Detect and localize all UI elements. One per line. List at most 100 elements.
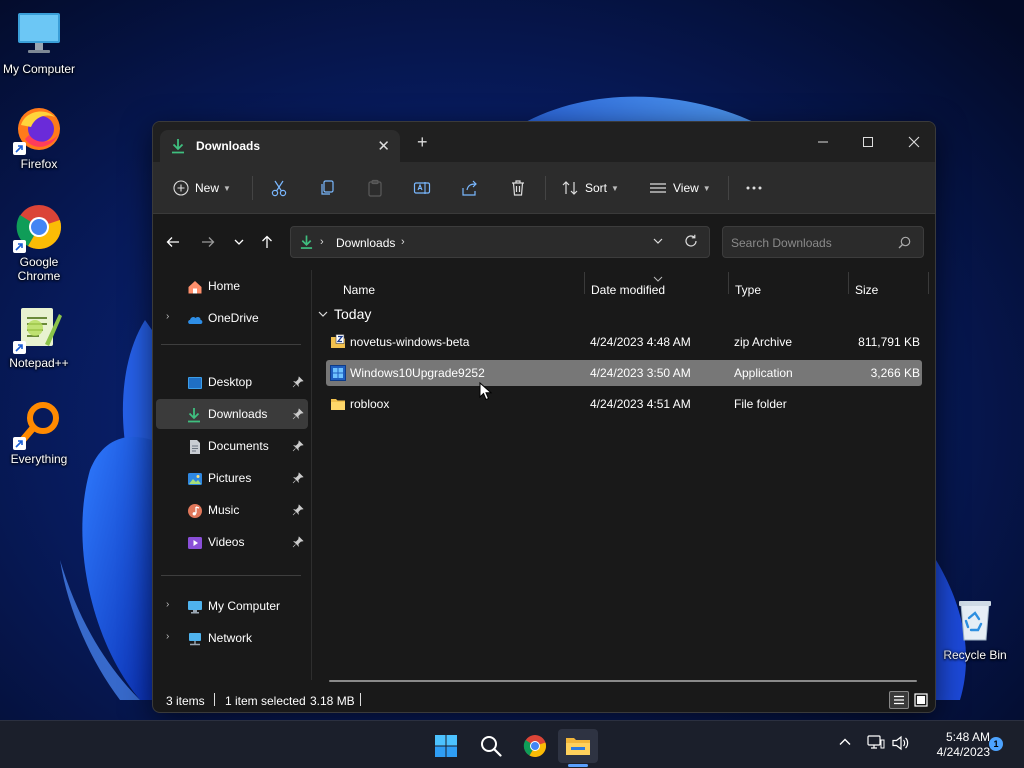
sort-button[interactable]: Sort ▼ xyxy=(561,176,619,200)
ethernet-icon xyxy=(867,735,885,749)
desktop-icon xyxy=(187,375,203,391)
tab-label: Downloads xyxy=(196,139,261,153)
desktop-icon-my-computer[interactable]: My Computer xyxy=(0,10,79,76)
rename-button[interactable] xyxy=(413,176,431,200)
file-size: 3,266 KB xyxy=(870,366,920,380)
up-button[interactable] xyxy=(257,232,277,252)
status-bar: 3 items 1 item selected 3.18 MB xyxy=(153,688,935,712)
speaker-icon xyxy=(892,735,909,751)
desktop-icon-everything[interactable]: Everything xyxy=(0,400,79,466)
file-date: 4/24/2023 4:48 AM xyxy=(590,335,691,349)
address-bar[interactable]: › Downloads › xyxy=(290,226,710,258)
sidebar-item-music[interactable]: Music xyxy=(156,495,308,525)
new-button[interactable]: New ▼ xyxy=(173,176,231,200)
search-icon xyxy=(898,236,911,252)
notification-badge[interactable]: 1 xyxy=(989,737,1003,751)
delete-button[interactable] xyxy=(509,176,527,200)
shortcut-arrow-icon xyxy=(13,341,26,354)
command-bar: New ▼ Sort ▼ View ▼ xyxy=(153,162,935,214)
system-clock[interactable]: 5:48 AM 4/24/2023 xyxy=(916,730,990,760)
divider xyxy=(252,176,253,200)
refresh-button[interactable] xyxy=(684,234,698,251)
large-icons-view-button[interactable] xyxy=(912,691,930,709)
file-name: robloox xyxy=(350,397,390,411)
sidebar-item-onedrive[interactable]: › OneDrive xyxy=(156,303,308,333)
sidebar-item-desktop[interactable]: Desktop xyxy=(156,367,308,397)
file-row[interactable]: robloox 4/24/2023 4:51 AM File folder xyxy=(326,391,922,417)
new-tab-button[interactable]: + xyxy=(417,133,428,151)
sidebar-item-downloads[interactable]: Downloads xyxy=(156,399,308,429)
search-input[interactable] xyxy=(731,235,891,251)
paste-button[interactable] xyxy=(366,176,384,200)
taskbar-chrome-button[interactable] xyxy=(515,729,555,763)
show-hidden-icons-button[interactable] xyxy=(838,735,852,752)
taskbar-search-button[interactable] xyxy=(471,729,511,763)
cut-button[interactable] xyxy=(270,176,288,200)
pin-icon xyxy=(292,536,304,548)
volume-button[interactable] xyxy=(892,735,910,754)
details-view-button[interactable] xyxy=(889,691,909,709)
chrome-icon xyxy=(13,203,63,253)
chevron-right-icon[interactable]: › xyxy=(166,311,169,322)
sidebar-item-label: Network xyxy=(208,631,253,645)
forward-button[interactable] xyxy=(198,232,218,252)
file-name: Windows10Upgrade9252 xyxy=(350,366,485,380)
sidebar-item-documents[interactable]: Documents xyxy=(156,431,308,461)
desktop-icon-label: Everything xyxy=(10,452,68,466)
chevron-right-icon[interactable]: › xyxy=(166,631,169,642)
sidebar-item-videos[interactable]: Videos xyxy=(156,527,308,557)
back-button[interactable] xyxy=(163,232,183,252)
download-icon xyxy=(187,407,203,423)
file-date: 4/24/2023 3:50 AM xyxy=(590,366,691,380)
horizontal-scrollbar[interactable] xyxy=(329,680,917,682)
sidebar-item-label: My Computer xyxy=(208,599,281,613)
picture-icon xyxy=(187,471,203,487)
chevron-down-icon: ▼ xyxy=(702,183,711,193)
home-icon xyxy=(187,279,203,295)
pin-icon xyxy=(292,472,304,484)
zip-archive-icon xyxy=(330,334,346,350)
breadcrumb-separator-icon: › xyxy=(320,236,324,248)
sidebar-item-home[interactable]: Home xyxy=(156,271,308,301)
sidebar-item-my-computer[interactable]: › My Computer xyxy=(156,591,308,621)
desktop-icon-notepad-plus-plus[interactable]: Notepad++ xyxy=(0,304,79,370)
sidebar-item-pictures[interactable]: Pictures xyxy=(156,463,308,493)
clipboard-icon xyxy=(368,179,382,197)
plus-circle-icon xyxy=(173,180,189,196)
file-row[interactable]: novetus-windows-beta 4/24/2023 4:48 AM z… xyxy=(326,329,922,355)
breadcrumb-downloads[interactable]: Downloads xyxy=(336,236,395,250)
file-row-selected[interactable]: Windows10Upgrade9252 4/24/2023 3:50 AM A… xyxy=(326,360,922,386)
sidebar-item-label: Home xyxy=(208,279,241,293)
desktop-icon-google-chrome[interactable]: Google Chrome xyxy=(0,203,79,283)
search-box[interactable] xyxy=(722,226,924,258)
minimize-button[interactable] xyxy=(800,128,846,156)
clock-date: 4/24/2023 xyxy=(936,745,990,759)
taskbar-file-explorer-button[interactable] xyxy=(558,729,598,763)
address-history-dropdown[interactable] xyxy=(652,235,664,250)
file-type: Application xyxy=(734,366,793,380)
desktop-icon-firefox[interactable]: Firefox xyxy=(0,105,79,171)
recent-locations-button[interactable] xyxy=(229,232,249,252)
document-icon xyxy=(187,439,203,455)
start-button[interactable] xyxy=(426,729,466,763)
divider xyxy=(161,344,301,345)
sidebar-item-network[interactable]: › Network xyxy=(156,623,308,653)
desktop-icon-label: Notepad++ xyxy=(9,356,69,370)
magnifier-icon xyxy=(13,400,63,450)
recycle-bin-icon xyxy=(951,596,999,644)
sidebar-item-label: Documents xyxy=(208,439,269,453)
chevron-up-icon xyxy=(839,738,851,745)
share-button[interactable] xyxy=(461,176,479,200)
close-window-button[interactable] xyxy=(891,128,935,156)
view-button-label: View xyxy=(673,181,699,195)
file-size: 811,791 KB xyxy=(858,335,920,349)
network-status-button[interactable] xyxy=(867,735,885,754)
see-more-button[interactable] xyxy=(745,176,763,200)
tab-downloads[interactable]: Downloads ✕ xyxy=(160,130,400,162)
chevron-right-icon[interactable]: › xyxy=(166,599,169,610)
maximize-button[interactable] xyxy=(845,128,891,156)
copy-button[interactable] xyxy=(318,176,336,200)
desktop-icon-recycle-bin[interactable]: Recycle Bin xyxy=(935,596,1015,662)
view-button[interactable]: View ▼ xyxy=(649,176,711,200)
close-tab-icon[interactable]: ✕ xyxy=(377,137,390,155)
